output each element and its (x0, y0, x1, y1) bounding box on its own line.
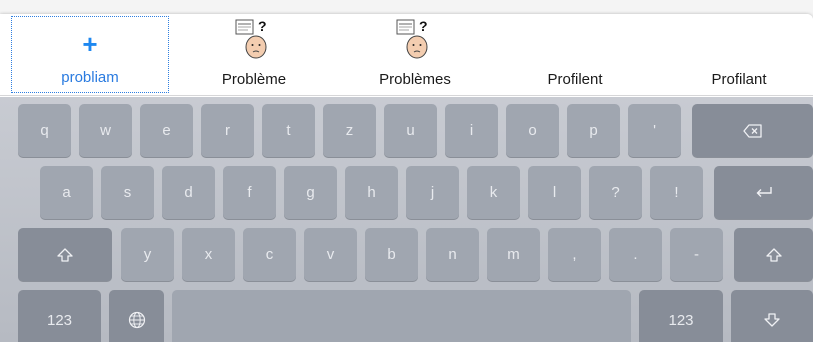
key[interactable]: e (140, 104, 193, 157)
key[interactable]: p (567, 104, 620, 157)
key[interactable]: m (487, 228, 540, 281)
shift-key-left[interactable] (18, 228, 112, 281)
key[interactable]: h (345, 166, 398, 219)
space-bar[interactable] (172, 290, 631, 342)
globe-key[interactable] (109, 290, 164, 342)
add-word-suggestion[interactable]: + probliam (11, 16, 169, 93)
numbers-key-right[interactable]: 123 (639, 290, 723, 342)
thinking-face-symbol-icon: ? (228, 18, 280, 65)
return-icon (755, 186, 773, 200)
key[interactable]: l (528, 166, 581, 219)
app-frame: + probliam ? Problème ? Problèmes Profil… (0, 14, 813, 342)
numbers-key-left[interactable]: 123 (18, 290, 101, 342)
svg-text:?: ? (419, 18, 428, 34)
key[interactable]: r (201, 104, 254, 157)
svg-text:?: ? (258, 18, 267, 34)
key[interactable]: j (406, 166, 459, 219)
suggestion-label: Problèmes (379, 71, 451, 88)
shift-key-right[interactable] (734, 228, 813, 281)
key[interactable]: t (262, 104, 315, 157)
suggestion-item[interactable]: Profilant (665, 14, 813, 95)
key[interactable]: y (121, 228, 174, 281)
backspace-key[interactable] (692, 104, 813, 157)
key[interactable]: f (223, 166, 276, 219)
suggestion-label: Profilant (711, 71, 767, 88)
key[interactable]: d (162, 166, 215, 219)
key[interactable]: c (243, 228, 296, 281)
key[interactable]: u (384, 104, 437, 157)
key[interactable]: , (548, 228, 601, 281)
key[interactable]: v (304, 228, 357, 281)
suggestion-label: Problème (221, 71, 287, 88)
plus-icon: + (82, 29, 98, 59)
key[interactable]: o (506, 104, 559, 157)
key[interactable]: . (609, 228, 662, 281)
key[interactable]: ! (650, 166, 703, 219)
key[interactable]: x (182, 228, 235, 281)
thinking-face-symbol-icon: ? (389, 18, 441, 65)
backspace-icon (742, 123, 763, 138)
key[interactable]: g (284, 166, 337, 219)
shift-icon (57, 247, 73, 262)
dismiss-keyboard-key[interactable] (731, 290, 813, 342)
suggestion-item[interactable]: Profilent (500, 14, 650, 95)
key[interactable]: ? (589, 166, 642, 219)
key[interactable]: b (365, 228, 418, 281)
key[interactable]: - (670, 228, 723, 281)
key[interactable]: ' (628, 104, 681, 157)
key[interactable]: z (323, 104, 376, 157)
globe-icon (128, 311, 146, 329)
key[interactable]: n (426, 228, 479, 281)
key[interactable]: q (18, 104, 71, 157)
key[interactable]: a (40, 166, 93, 219)
key[interactable]: w (79, 104, 132, 157)
return-key[interactable] (714, 166, 813, 219)
suggestion-item[interactable]: ? Problèmes (340, 14, 490, 95)
dismiss-keyboard-icon (764, 313, 780, 327)
key[interactable]: s (101, 166, 154, 219)
suggestion-item[interactable]: ? Problème (180, 14, 328, 95)
shift-icon (765, 247, 782, 262)
key[interactable]: k (467, 166, 520, 219)
add-word-label: probliam (61, 69, 119, 86)
key[interactable]: i (445, 104, 498, 157)
on-screen-keyboard: q w e r t z u i o p ' a s d f g h j k l … (0, 97, 813, 342)
suggestion-label: Profilent (547, 71, 603, 88)
suggestion-bar: + probliam ? Problème ? Problèmes Profil… (0, 14, 813, 96)
